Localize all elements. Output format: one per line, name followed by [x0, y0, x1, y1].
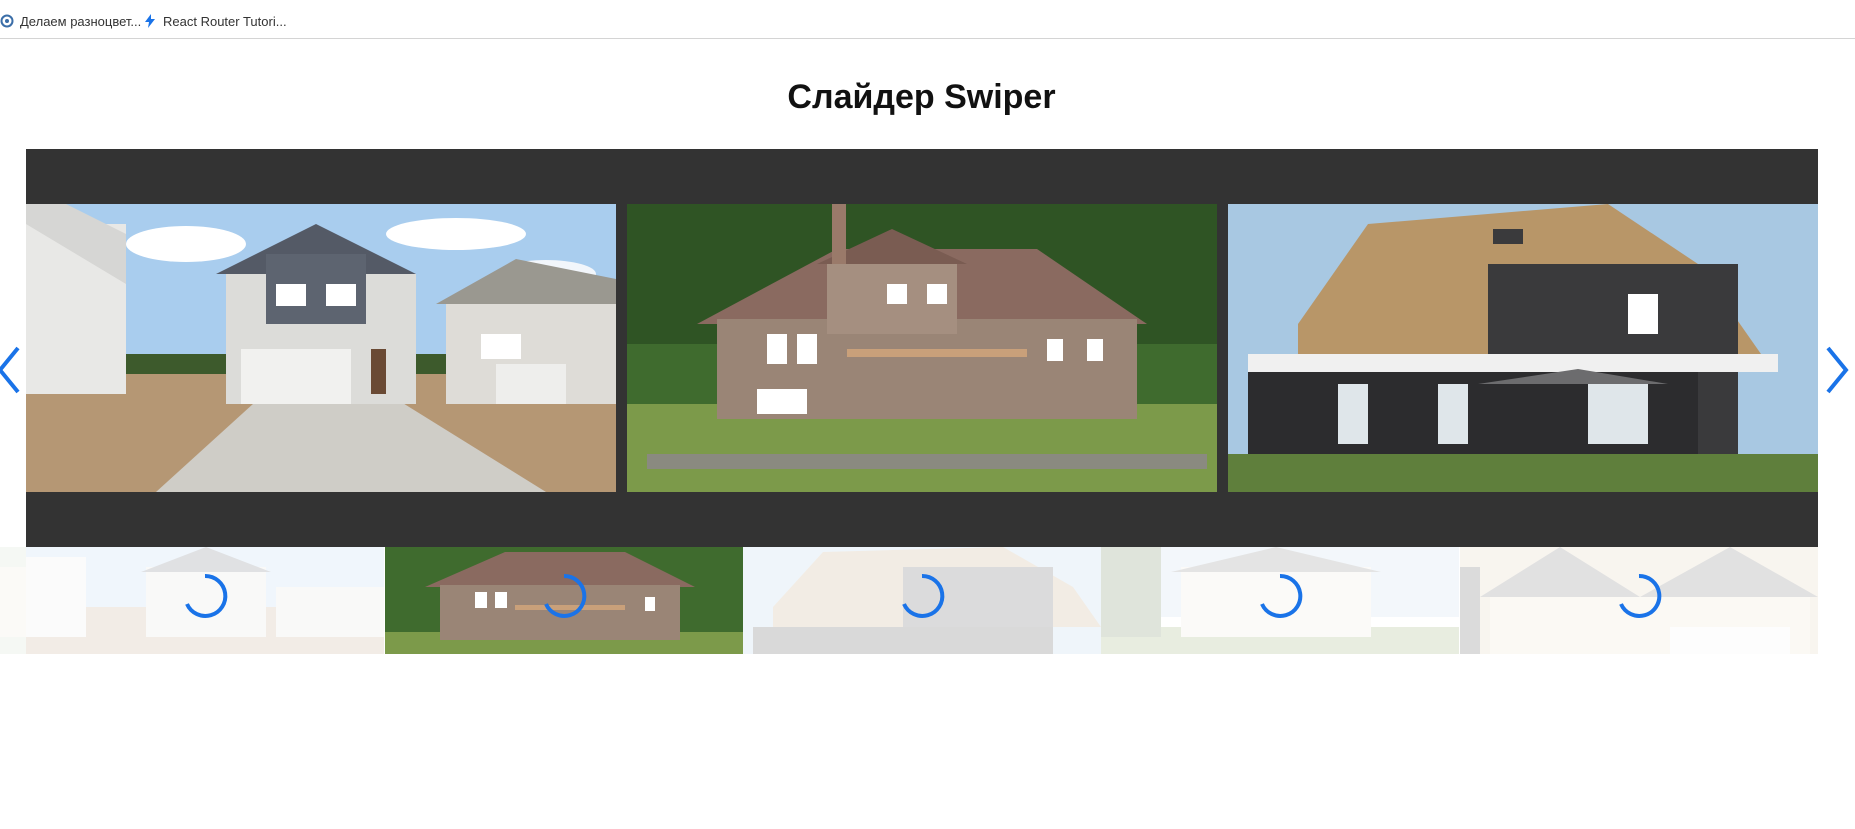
- chevron-left-icon: [0, 346, 20, 394]
- slide-thatched-roof-house[interactable]: [1228, 204, 1818, 492]
- house-photo: [26, 204, 616, 492]
- loading-spinner-icon: [1619, 573, 1662, 618]
- bookmark-label: Делаем разноцвет...: [20, 13, 142, 29]
- thumbnail-item-active[interactable]: [385, 547, 743, 654]
- loading-spinner-icon: [1260, 573, 1303, 618]
- bookmark-item[interactable]: Делаем разноцвет...: [0, 12, 141, 30]
- loading-spinner-icon: [185, 573, 228, 618]
- house-photo: [1228, 204, 1818, 492]
- page-title: Слайдер Swiper: [787, 78, 1056, 116]
- loading-spinner-icon: [544, 573, 587, 618]
- bookmark-item[interactable]: React Router Tutori...: [143, 12, 287, 30]
- loading-spinner-icon: [902, 573, 945, 618]
- lightning-icon: [143, 14, 157, 28]
- slide-brick-house-with-deck[interactable]: [627, 204, 1217, 492]
- main-slider[interactable]: [26, 149, 1818, 547]
- thumbnail-item[interactable]: [26, 547, 384, 654]
- thumbnail-item[interactable]: [743, 547, 1101, 654]
- thumbnail-item[interactable]: [1460, 547, 1818, 654]
- slider-next-button[interactable]: [1822, 340, 1852, 400]
- chevron-right-icon: [1826, 346, 1849, 394]
- bookmarks-bar: Делаем разноцвет... React Router Tutori.…: [0, 0, 1855, 39]
- thumbnail-partial[interactable]: [0, 547, 26, 654]
- house-photo: [627, 204, 1217, 492]
- bookmark-label: React Router Tutori...: [163, 13, 287, 29]
- slider-prev-button[interactable]: [0, 340, 24, 400]
- thumbnail-strip: [0, 547, 1818, 654]
- gear-icon: [0, 14, 14, 28]
- thumbnail-item[interactable]: [1101, 547, 1459, 654]
- slide-white-suburban-house[interactable]: [26, 204, 616, 492]
